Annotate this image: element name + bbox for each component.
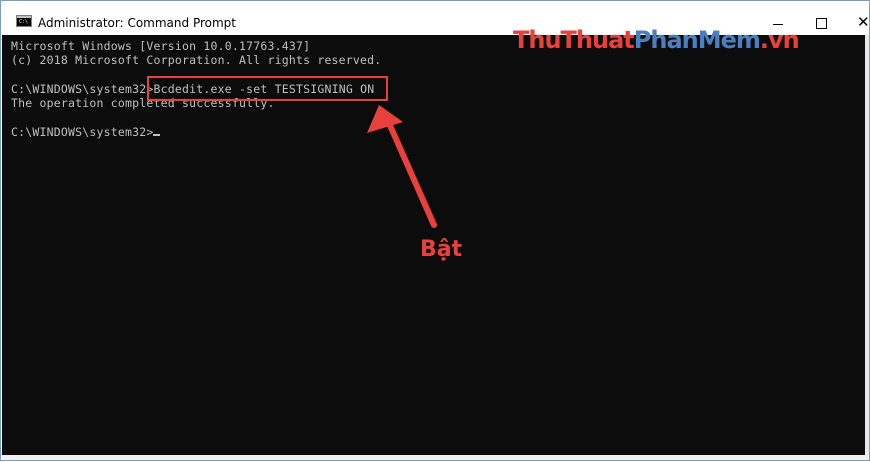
watermark-logo: ThuThuatPhanMem.vn [513,25,800,55]
close-button[interactable]: ✕ [841,5,870,35]
watermark-part-3: .vn [759,26,800,54]
cmd-app-icon[interactable]: C:\ [16,15,32,27]
console-prompt-current: C:\WINDOWS\system32> [11,125,154,139]
console-prompt: C:\WINDOWS\system32> [11,82,154,96]
vertical-scrollbar[interactable] [865,35,869,455]
icon-bar [17,16,31,18]
console-line-copyright: (c) 2018 Microsoft Corporation. All righ… [11,53,382,67]
maximize-icon [816,18,827,29]
text-cursor [153,134,161,136]
watermark-part-1: ThuThuat [513,26,635,54]
close-icon: ✕ [857,13,870,31]
annotation-label: Bật [420,237,463,262]
console-line-version: Microsoft Windows [Version 10.0.17763.43… [11,39,311,53]
window-bottom-border [2,455,869,460]
command-prompt-window: C:\ Administrator: Command Prompt ✕ Micr… [0,0,870,461]
watermark-part-2: PhanMem [633,26,761,54]
command-highlight-box [147,76,388,101]
console-line-prompt[interactable]: C:\WINDOWS\system32> [11,125,161,139]
icon-glyph: C:\ [19,19,29,25]
window-title: Administrator: Command Prompt [38,16,236,30]
maximize-button[interactable] [799,5,845,35]
